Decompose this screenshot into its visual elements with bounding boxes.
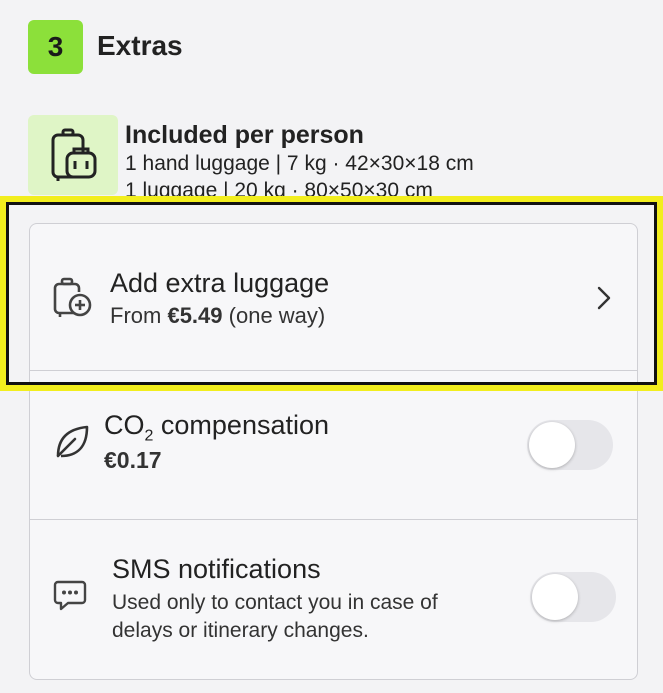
sms-toggle[interactable]	[530, 572, 616, 622]
step-number: 3	[47, 31, 64, 62]
luggage-icon	[28, 115, 118, 195]
sms-title: SMS notifications	[112, 554, 321, 584]
co2-toggle[interactable]	[527, 420, 613, 470]
included-luggage-section: Included per person 1 hand luggage | 7 k…	[0, 100, 663, 199]
leaf-icon	[52, 422, 92, 462]
co2-title: CO2 compensation	[104, 410, 329, 445]
highlight-frame	[0, 196, 663, 391]
hand-luggage-info: 1 hand luggage | 7 kg · 42×30×18 cm	[125, 152, 474, 175]
toggle-knob	[529, 422, 575, 468]
co2-title-prefix: CO	[104, 410, 145, 440]
sms-description-line1: Used only to contact you in case of	[112, 591, 438, 614]
co2-compensation-row: CO2 compensation €0.17	[30, 372, 637, 519]
co2-title-suffix: compensation	[153, 410, 330, 440]
included-title: Included per person	[125, 121, 364, 149]
sms-notifications-row: SMS notifications Used only to contact y…	[30, 520, 637, 678]
co2-price: €0.17	[104, 447, 162, 473]
sms-description-line2: delays or itinerary changes.	[112, 619, 369, 642]
section-title: Extras	[97, 30, 183, 61]
step-badge: 3	[28, 20, 83, 74]
highlight-frame-inner	[6, 202, 657, 385]
toggle-knob	[532, 574, 578, 620]
chat-bubble-icon	[50, 575, 90, 615]
